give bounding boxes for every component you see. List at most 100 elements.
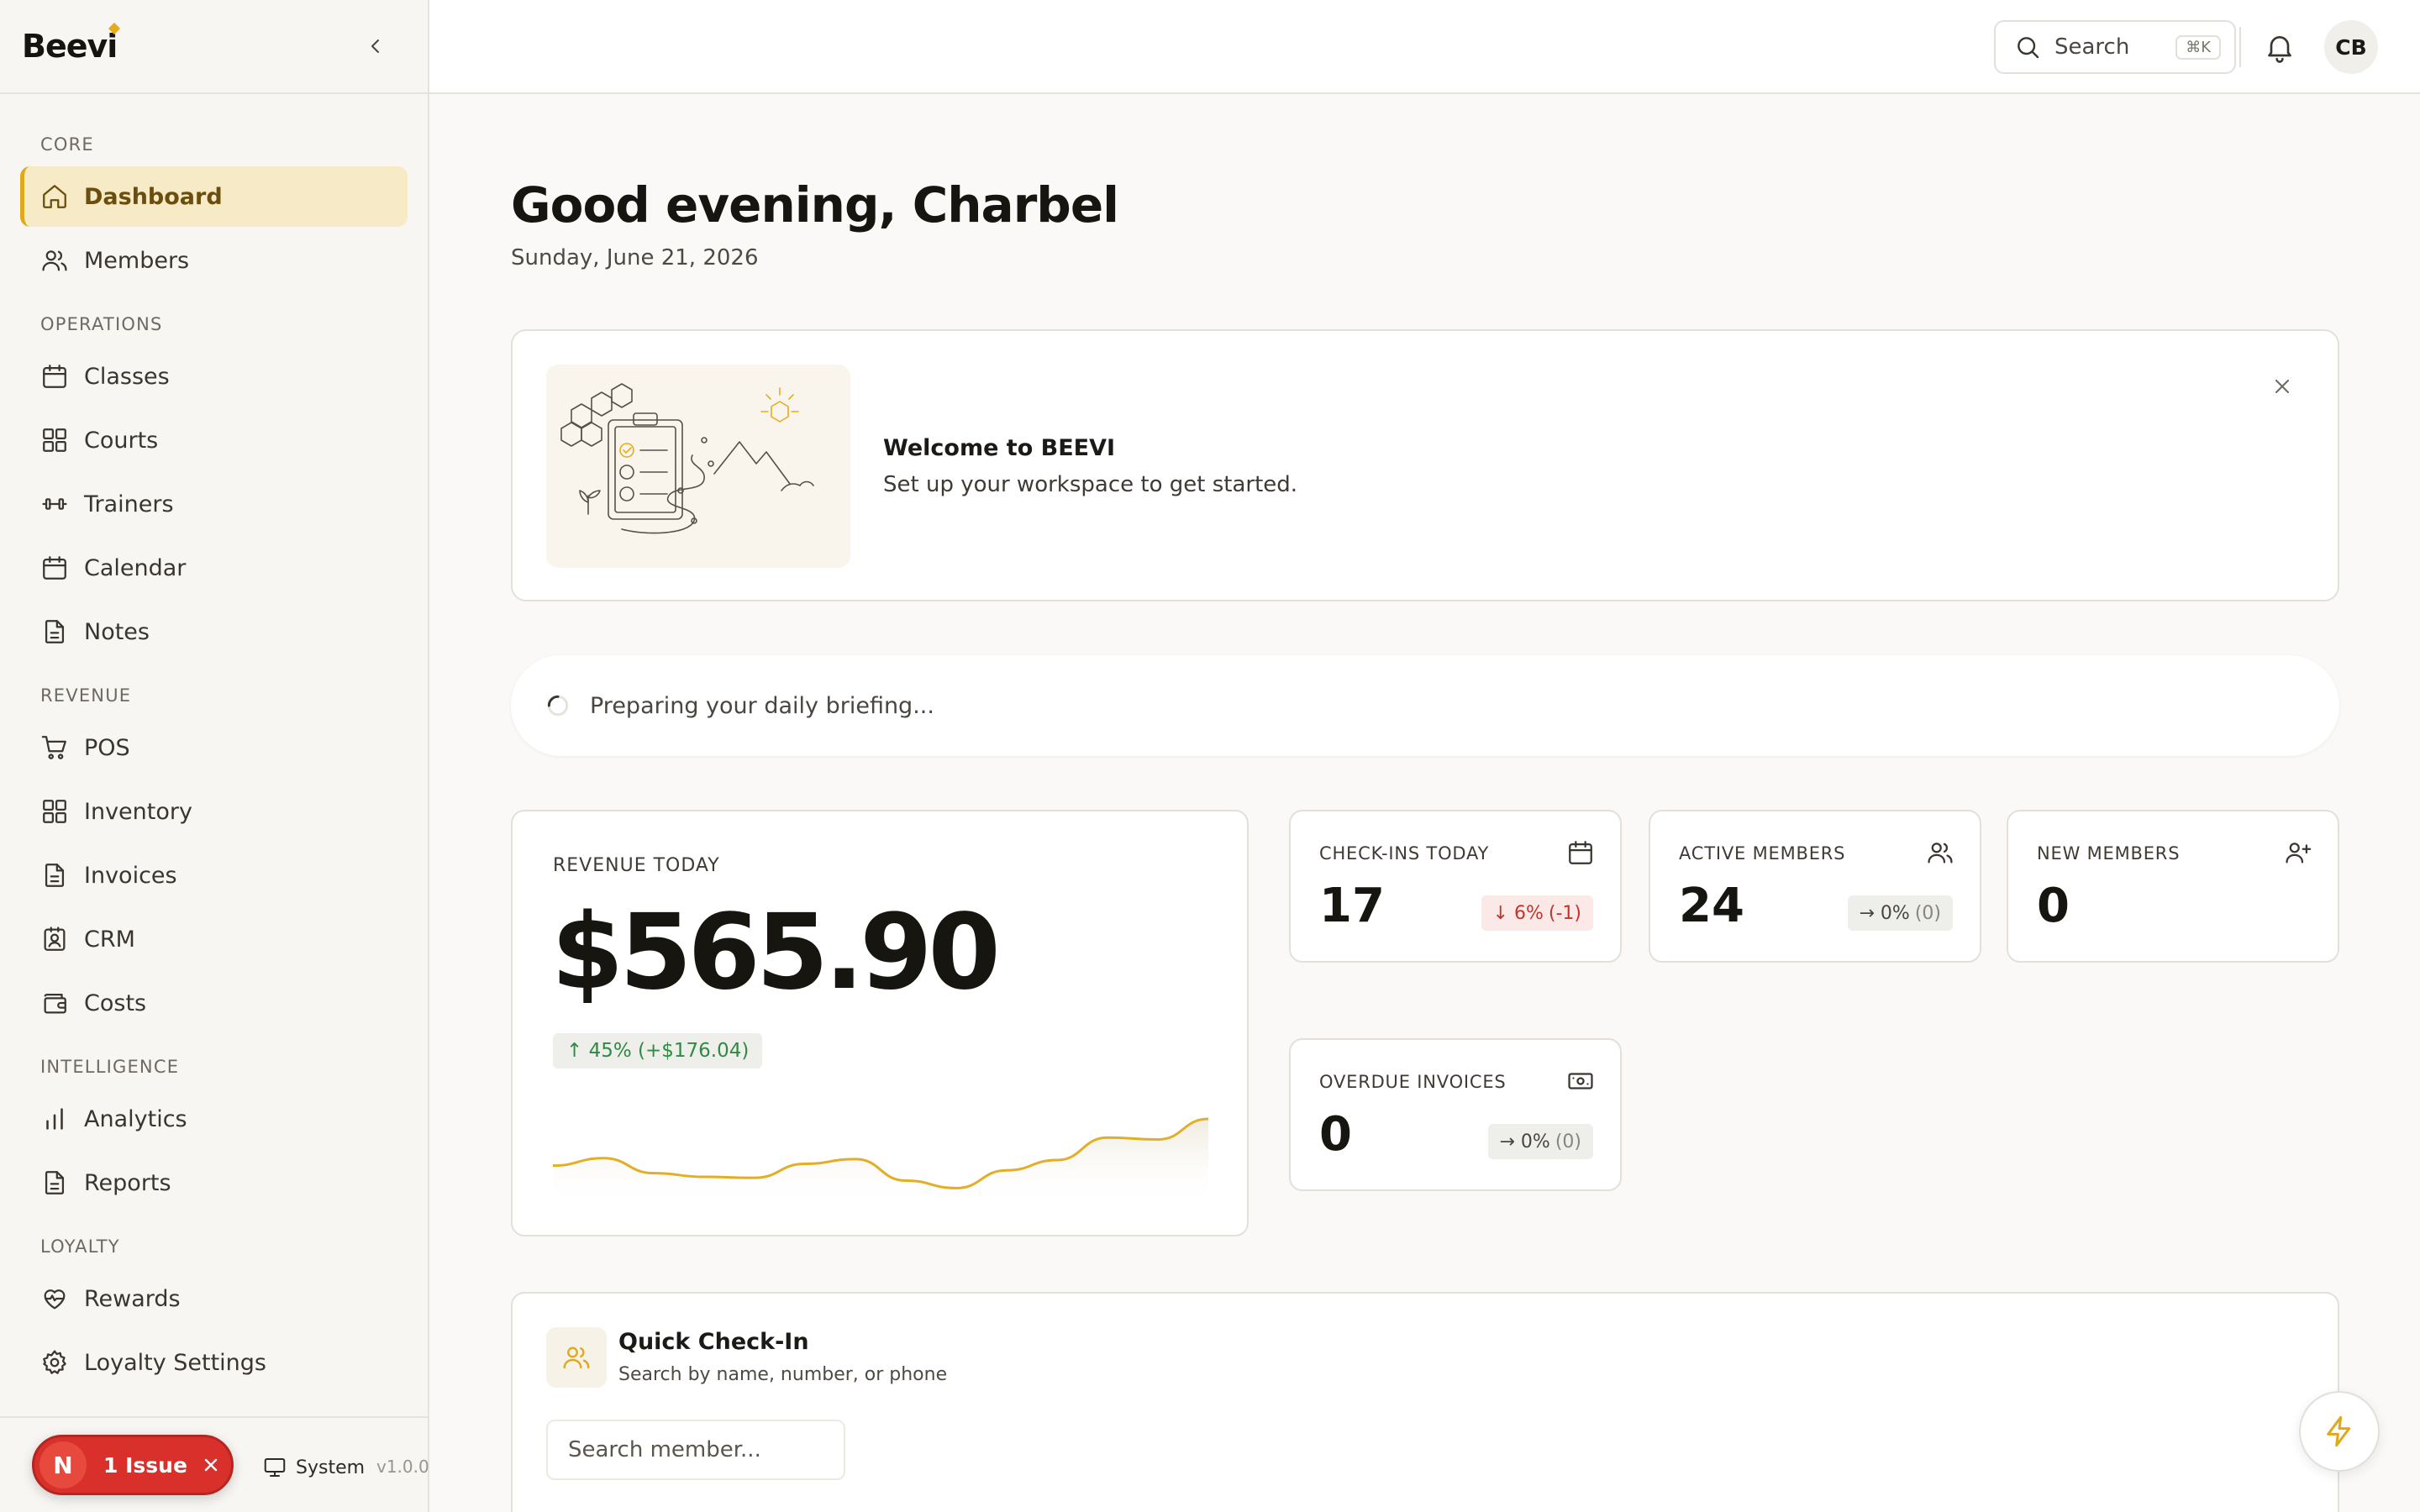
revenue-today-card[interactable]: REVENUE TODAY $565.90 ↑ 45% (+$176.04): [511, 810, 1249, 1236]
monitor-icon: [264, 1458, 286, 1477]
file-icon: [45, 620, 65, 643]
quick-actions-button[interactable]: [2299, 1391, 2380, 1472]
member-search-input[interactable]: [546, 1420, 845, 1480]
user-avatar[interactable]: CB: [2324, 20, 2378, 74]
sidebar-item-notes[interactable]: Notes: [20, 601, 408, 662]
sidebar-item-label: Courts: [84, 427, 159, 454]
global-search-button[interactable]: Search ⌘K: [1994, 20, 2236, 74]
sidebar-item-loyalty-settings[interactable]: Loyalty Settings: [20, 1332, 408, 1393]
overdue-invoices-card[interactable]: OVERDUE INVOICES 0 → 0% (0): [1289, 1038, 1622, 1191]
sidebar-header: Beevi: [0, 0, 428, 94]
brand-logo[interactable]: Beevi: [22, 22, 121, 65]
section-label-core: CORE: [40, 134, 94, 155]
calendar-icon: [43, 365, 66, 388]
topbar: Search ⌘K CB: [429, 0, 2420, 94]
stat-value: 17: [1319, 879, 1385, 933]
checkins-today-card[interactable]: CHECK-INS TODAY 17 ↓ 6% (-1): [1289, 810, 1622, 963]
sidebar-item-dashboard[interactable]: Dashboard: [20, 166, 408, 227]
sidebar-item-label: CRM: [84, 926, 135, 953]
close-icon[interactable]: [201, 1455, 221, 1475]
stat-change-badge: → 0% (0): [1487, 1124, 1593, 1159]
sidebar: Beevi CORE Dashboard Members OPERATIONS …: [0, 0, 429, 1512]
sidebar-item-pos[interactable]: POS: [20, 717, 408, 778]
main-content: Good evening, Charbel Sunday, June 21, 2…: [429, 94, 2420, 1512]
sidebar-item-label: Analytics: [84, 1105, 187, 1132]
sidebar-item-inventory[interactable]: Inventory: [20, 781, 408, 842]
calendar-icon: [1569, 841, 1592, 864]
stat-label: NEW MEMBERS: [2037, 843, 2181, 864]
sidebar-nav: CORE Dashboard Members OPERATIONS Classe…: [0, 94, 428, 1393]
grid-icon: [43, 428, 66, 452]
stat-change-detail: (0): [1555, 1131, 1581, 1152]
sidebar-footer: N 1 Issue System v1.0.0: [0, 1416, 429, 1512]
revenue-sparkline: [553, 1117, 1208, 1206]
stat-label: ACTIVE MEMBERS: [1679, 843, 1846, 864]
sparkline-area: [553, 1119, 1208, 1206]
sidebar-item-label: Calendar: [84, 554, 187, 581]
sidebar-item-rewards[interactable]: Rewards: [20, 1268, 408, 1329]
section-label-intelligence: INTELLIGENCE: [40, 1057, 180, 1077]
theme-selector[interactable]: System: [262, 1455, 365, 1480]
daily-briefing: Preparing your daily briefing...: [511, 655, 2339, 756]
sidebar-item-label: Dashboard: [84, 183, 223, 210]
sidebar-item-label: Inventory: [84, 798, 192, 825]
quick-checkin-title: Quick Check-In: [618, 1329, 809, 1355]
spinner-icon: [547, 695, 569, 717]
quick-checkin-subtitle: Search by name, number, or phone: [618, 1364, 948, 1385]
section-label-loyalty: LOYALTY: [40, 1236, 120, 1257]
sidebar-item-calendar[interactable]: Calendar: [20, 538, 408, 598]
app-version: v1.0.0: [376, 1457, 429, 1477]
stat-value: 24: [1679, 879, 1744, 933]
topbar-divider: [2239, 27, 2241, 67]
stat-change-detail: (-1): [1548, 902, 1581, 924]
sidebar-item-invoices[interactable]: Invoices: [20, 845, 408, 906]
gear-icon: [43, 1350, 66, 1374]
sidebar-item-label: Classes: [84, 363, 170, 390]
quick-checkin-icon-box: [546, 1327, 607, 1388]
active-members-card[interactable]: ACTIVE MEMBERS 24 → 0% (0): [1649, 810, 1981, 963]
users-icon: [1928, 843, 1953, 864]
sidebar-item-crm[interactable]: CRM: [20, 909, 408, 969]
welcome-title: Welcome to BEEVI: [883, 435, 1116, 461]
sidebar-item-label: Loyalty Settings: [84, 1349, 267, 1376]
grid-icon: [43, 800, 66, 823]
sidebar-item-reports[interactable]: Reports: [20, 1152, 408, 1213]
stat-change: ↓ 6%: [1492, 902, 1544, 924]
cash-icon: [1568, 1073, 1593, 1089]
sidebar-item-label: Notes: [84, 618, 150, 645]
close-icon[interactable]: [2270, 375, 2294, 398]
bell-icon[interactable]: [2263, 30, 2296, 64]
section-label-revenue: REVENUE: [40, 685, 132, 706]
calendar-icon: [43, 556, 66, 580]
issues-indicator-button[interactable]: N 1 Issue: [32, 1435, 234, 1495]
new-members-card[interactable]: NEW MEMBERS 0: [2007, 810, 2339, 963]
revenue-change-badge: ↑ 45% (+$176.04): [553, 1033, 763, 1068]
sidebar-item-label: Costs: [84, 990, 147, 1016]
stat-label: CHECK-INS TODAY: [1319, 843, 1490, 864]
sidebar-item-trainers[interactable]: Trainers: [20, 474, 408, 534]
search-shortcut: ⌘K: [2175, 34, 2221, 60]
bar-chart-icon: [46, 1108, 63, 1130]
sidebar-item-members[interactable]: Members: [20, 230, 408, 291]
file-icon: [45, 1171, 65, 1194]
home-icon: [43, 185, 66, 208]
stat-change-detail: (0): [1914, 902, 1941, 924]
stat-label: OVERDUE INVOICES: [1319, 1072, 1507, 1092]
welcome-banner: Welcome to BEEVI Set up your workspace t…: [511, 329, 2339, 601]
stat-change-badge: ↓ 6% (-1): [1481, 895, 1593, 931]
sidebar-item-analytics[interactable]: Analytics: [20, 1089, 408, 1149]
sidebar-item-label: Trainers: [84, 491, 174, 517]
sidebar-item-costs[interactable]: Costs: [20, 973, 408, 1033]
page-title: Good evening, Charbel: [511, 176, 1119, 234]
sidebar-item-courts[interactable]: Courts: [20, 410, 408, 470]
sidebar-item-classes[interactable]: Classes: [20, 346, 408, 407]
stat-change: → 0%: [1499, 1131, 1550, 1152]
users-icon: [563, 1347, 590, 1369]
stat-change: → 0%: [1859, 902, 1910, 924]
sidebar-item-label: Members: [84, 247, 190, 274]
sidebar-item-label: Rewards: [84, 1285, 181, 1312]
user-plus-icon: [2286, 843, 2312, 864]
lightning-icon: [2327, 1415, 2351, 1447]
collapse-sidebar-button[interactable]: [360, 31, 391, 61]
stat-change-badge: → 0% (0): [1847, 895, 1953, 931]
